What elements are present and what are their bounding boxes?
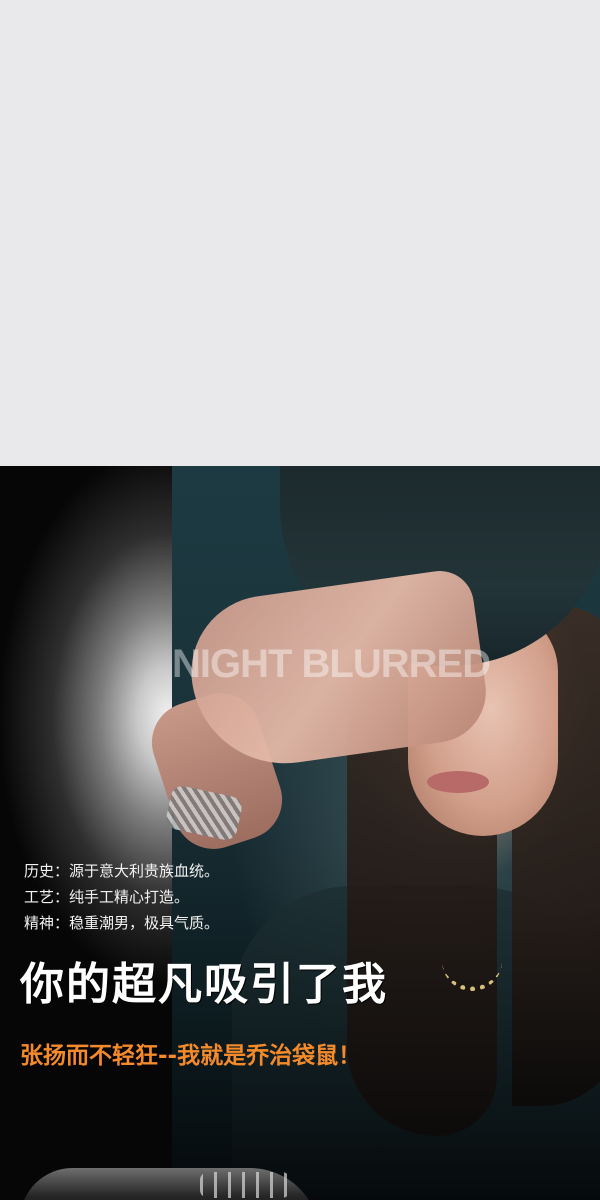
product-info-list: 历史：源于意大利贵族血统。 工艺：纯手工精心打造。 精神：稳重潮男，极具气质。 — [24, 858, 219, 936]
model-photo — [141, 466, 600, 1200]
tagline: 张扬而不轻狂--我就是乔治袋鼠！ — [20, 1043, 362, 1069]
info-spirit: 精神：稳重潮男，极具气质。 — [24, 914, 220, 932]
photo-lips — [427, 771, 489, 793]
shoe-lace — [200, 1172, 290, 1198]
headline: 你的超凡吸引了我 — [20, 959, 388, 1010]
info-history: 历史：源于意大利贵族血统。 — [24, 862, 220, 880]
info-craft: 工艺：纯手工精心打造。 — [24, 888, 190, 906]
blank-area — [0, 0, 600, 466]
spotlight-glow — [0, 466, 180, 1200]
promo-banner: NIGHT BLURRED 历史：源于意大利贵族血统。 工艺：纯手工精心打造。 … — [0, 466, 600, 1200]
watermark-text: NIGHT BLURRED — [172, 642, 491, 686]
